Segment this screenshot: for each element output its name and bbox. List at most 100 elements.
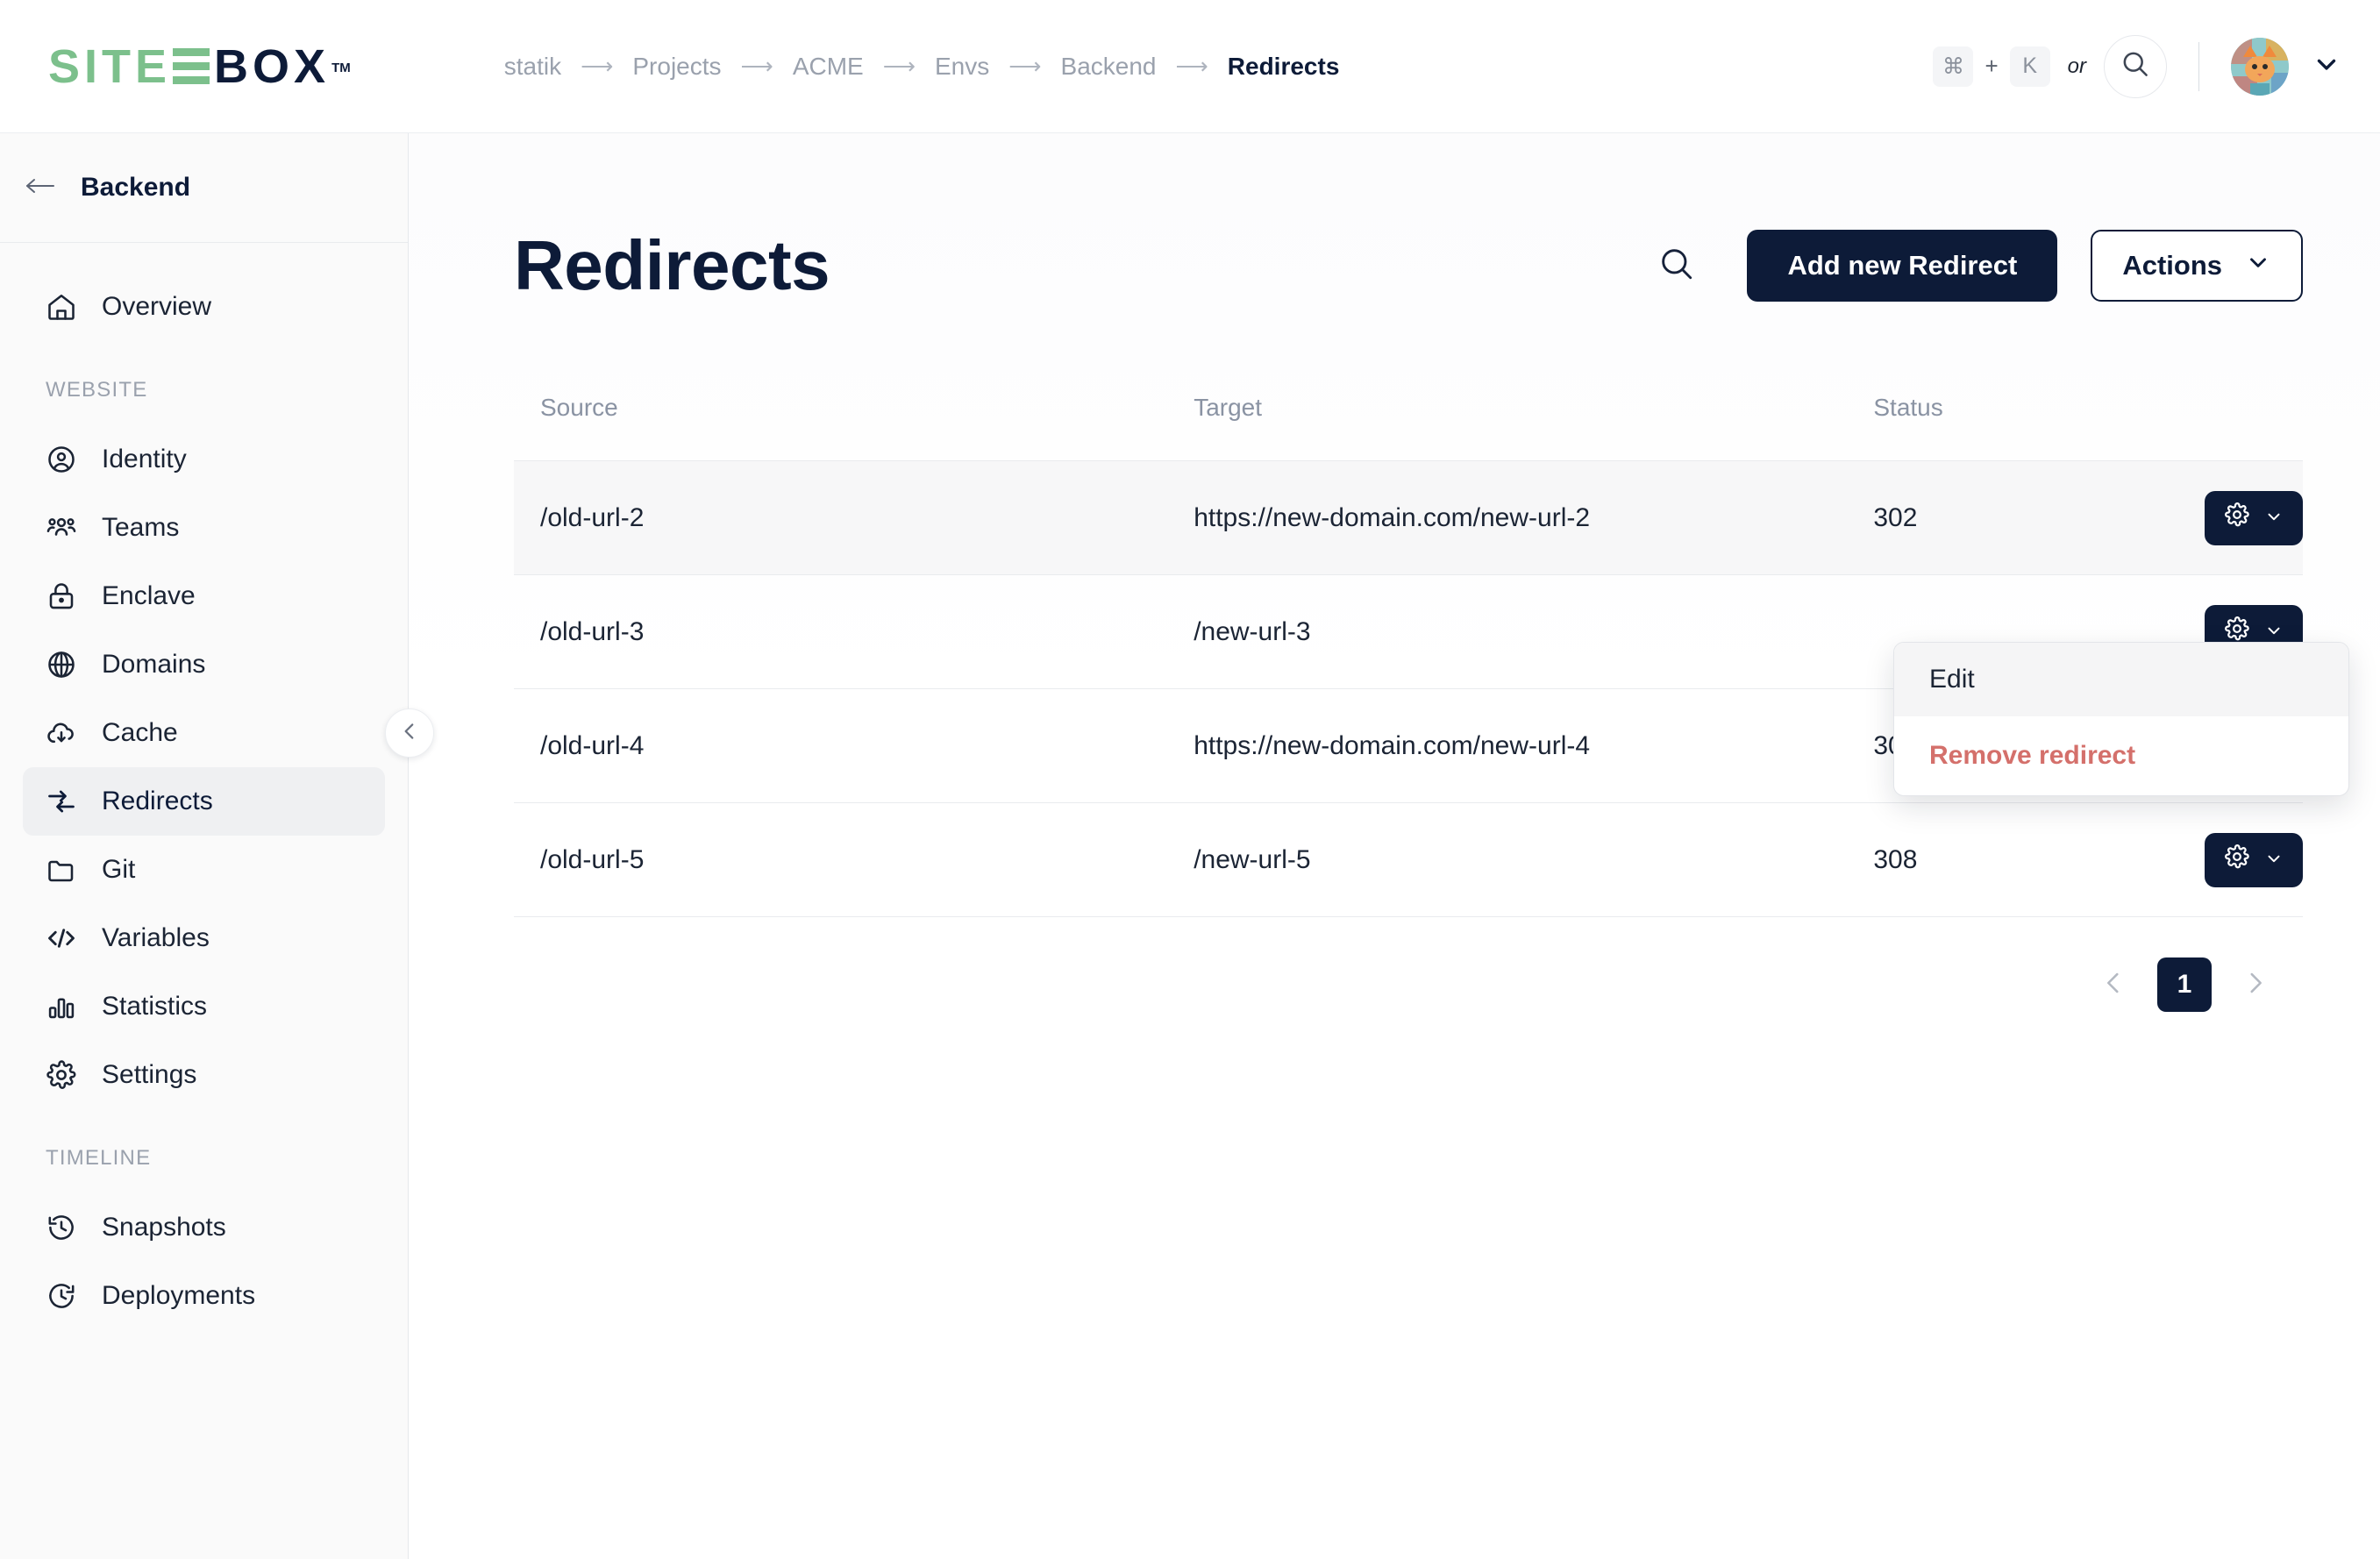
row-context-menu: Edit Remove redirect <box>1893 642 2349 796</box>
table-header-row: Source Target Status <box>514 394 2303 461</box>
sidebar: Backend Overview WEBSITE Identity Teams … <box>0 133 409 1559</box>
cell-status: 308 <box>1873 802 2124 917</box>
breadcrumb-item-acme[interactable]: ACME <box>793 53 864 81</box>
globe-icon <box>44 647 79 682</box>
cell-actions <box>2123 460 2303 575</box>
logo-wordmark: SITE BOX TM <box>48 43 351 90</box>
cell-source: /old-url-5 <box>514 802 1194 917</box>
cell-target: /new-url-3 <box>1194 574 1874 689</box>
table-row[interactable]: /old-url-5 /new-url-5 308 <box>514 802 2303 917</box>
sidebar-item-identity[interactable]: Identity <box>23 425 385 494</box>
sidebar-item-label: Git <box>102 855 136 884</box>
user-circle-icon <box>44 442 79 477</box>
breadcrumb-item-envs[interactable]: Envs <box>935 53 989 81</box>
sidebar-item-label: Overview <box>102 292 212 321</box>
pagination-next-button[interactable] <box>2234 964 2277 1006</box>
chevron-right-icon <box>2241 968 2270 1002</box>
sidebar-back-button[interactable]: Backend <box>0 133 408 243</box>
sidebar-item-statistics[interactable]: Statistics <box>23 972 385 1041</box>
actions-button-label: Actions <box>2122 250 2222 281</box>
menu-item-edit[interactable]: Edit <box>1894 643 2348 716</box>
shortcut-plus-sign: + <box>1985 53 1999 79</box>
sidebar-item-snapshots[interactable]: Snapshots <box>23 1193 385 1262</box>
add-new-redirect-button[interactable]: Add new Redirect <box>1747 230 2058 302</box>
breadcrumb-separator-icon: ⟶ <box>581 53 614 79</box>
logo-tm-mark: TM <box>331 61 351 75</box>
clock-rewind-icon <box>44 1210 79 1245</box>
sidebar-item-cache[interactable]: Cache <box>23 699 385 767</box>
sidebar-section-timeline: TIMELINE <box>46 1146 152 1170</box>
pagination-prev-button[interactable] <box>2092 964 2134 1006</box>
breadcrumb-item-statik[interactable]: statik <box>504 53 561 81</box>
chevron-down-icon <box>2264 503 2284 533</box>
gear-icon <box>44 1057 79 1093</box>
breadcrumb-item-backend[interactable]: Backend <box>1061 53 1157 81</box>
clock-refresh-icon <box>44 1278 79 1313</box>
cloud-download-icon <box>44 715 79 751</box>
column-header-source: Source <box>540 394 618 421</box>
table-head: Source Target Status <box>514 394 2303 461</box>
sidebar-section-website: WEBSITE <box>46 378 148 402</box>
sidebar-item-label: Settings <box>102 1060 197 1089</box>
pagination: 1 <box>409 917 2354 1012</box>
sidebar-item-variables[interactable]: Variables <box>23 904 385 972</box>
sidebar-item-domains[interactable]: Domains <box>23 630 385 699</box>
avatar[interactable] <box>2231 37 2289 96</box>
actions-button[interactable]: Actions <box>2091 230 2303 302</box>
main-content: Redirects Add new Redirect Actions Sourc… <box>409 133 2380 1559</box>
cell-source: /old-url-3 <box>514 574 1194 689</box>
cell-target: https://new-domain.com/new-url-4 <box>1194 688 1874 803</box>
breadcrumb-item-redirects[interactable]: Redirects <box>1228 53 1340 81</box>
sidebar-item-label: Identity <box>102 445 187 473</box>
chevron-left-icon <box>398 720 421 747</box>
sitebox-logo[interactable]: SITE BOX TM <box>48 43 351 90</box>
folder-icon <box>44 852 79 887</box>
breadcrumb-separator-icon: ⟶ <box>882 53 916 79</box>
cell-source: /old-url-2 <box>514 460 1194 575</box>
menu-item-remove-redirect[interactable]: Remove redirect <box>1894 716 2348 795</box>
pagination-page-1[interactable]: 1 <box>2157 957 2212 1012</box>
sidebar-nav: Overview WEBSITE Identity Teams Enclave … <box>0 243 408 1330</box>
redirect-arrows-icon <box>44 784 79 819</box>
column-header-status: Status <box>1873 394 1943 421</box>
table-row[interactable]: /old-url-2 https://new-domain.com/new-ur… <box>514 460 2303 575</box>
sidebar-item-deployments[interactable]: Deployments <box>23 1262 385 1330</box>
sidebar-item-enclave[interactable]: Enclave <box>23 562 385 630</box>
chevron-left-icon <box>2099 968 2128 1002</box>
sidebar-item-label: Statistics <box>102 992 208 1021</box>
sidebar-item-label: Snapshots <box>102 1213 226 1242</box>
cell-target: /new-url-5 <box>1194 802 1874 917</box>
sidebar-item-label: Variables <box>102 923 210 952</box>
k-key-badge: K <box>2009 46 2050 87</box>
sidebar-back-label: Backend <box>81 173 191 202</box>
sidebar-item-overview[interactable]: Overview <box>23 273 385 341</box>
page-header-actions: Add new Redirect Actions <box>1652 230 2303 302</box>
sidebar-item-label: Enclave <box>102 581 196 610</box>
command-key-badge: ⌘ <box>1933 46 1974 87</box>
sidebar-item-teams[interactable]: Teams <box>23 494 385 562</box>
table-search-button[interactable] <box>1652 241 1701 290</box>
breadcrumb-item-projects[interactable]: Projects <box>632 53 721 81</box>
redirects-table-container: Source Target Status /old-url-2 https://… <box>409 394 2380 917</box>
row-actions-button[interactable] <box>2205 832 2303 887</box>
breadcrumb-separator-icon: ⟶ <box>1008 53 1042 79</box>
logo-site-text: SITE <box>48 39 172 93</box>
row-actions-button[interactable] <box>2205 490 2303 545</box>
search-icon <box>1657 244 1697 288</box>
sidebar-collapse-button[interactable] <box>385 708 434 758</box>
sidebar-item-git[interactable]: Git <box>23 836 385 904</box>
chevron-down-icon <box>2264 845 2284 875</box>
gear-icon <box>2224 844 2250 877</box>
top-bar: SITE BOX TM statik ⟶ Projects ⟶ ACME ⟶ E… <box>0 0 2380 133</box>
sidebar-item-redirects[interactable]: Redirects <box>23 767 385 836</box>
breadcrumb-separator-icon: ⟶ <box>740 53 773 79</box>
gear-icon <box>2224 502 2250 535</box>
global-search-button[interactable] <box>2104 34 2167 98</box>
logo-box-text: BOX <box>214 39 331 93</box>
sidebar-item-label: Cache <box>102 718 178 747</box>
user-menu-chevron-down-icon[interactable] <box>2312 49 2341 83</box>
sidebar-item-settings[interactable]: Settings <box>23 1041 385 1109</box>
page-header: Redirects Add new Redirect Actions <box>409 133 2380 306</box>
breadcrumb-separator-icon: ⟶ <box>1175 53 1208 79</box>
home-icon <box>44 289 79 324</box>
